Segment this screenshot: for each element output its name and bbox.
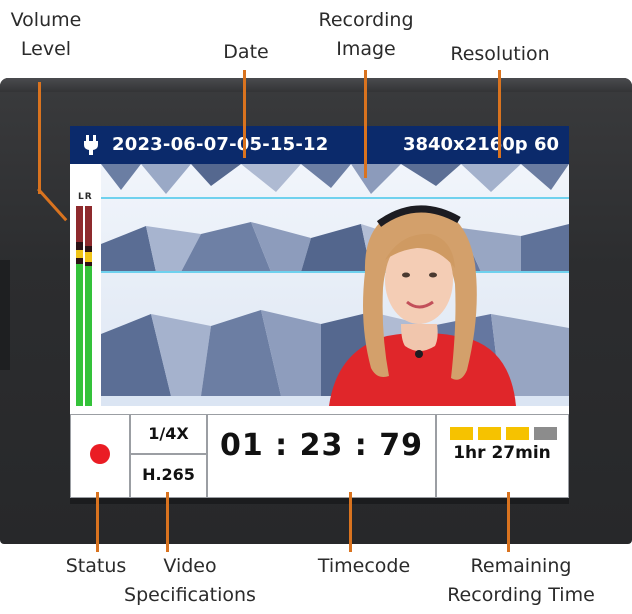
status-bar: 1/4X H.265 01 : 23 : 79 1hr 27min bbox=[70, 406, 569, 498]
recorder-screen: 2023-06-07-05-15-12 3840x2160p 60 LR 1/4… bbox=[70, 126, 569, 498]
device-top-rim bbox=[0, 78, 632, 92]
meter-channel-left bbox=[76, 206, 83, 406]
callout-status: Status bbox=[65, 555, 127, 577]
leader-line-image bbox=[364, 70, 367, 178]
timecode-readout: 01 : 23 : 79 bbox=[219, 428, 423, 463]
callout-recording-image: Recording Image bbox=[318, 9, 414, 60]
callout-date: Date bbox=[223, 41, 269, 63]
date-readout: 2023-06-07-05-15-12 bbox=[112, 134, 329, 155]
volume-meter: LR bbox=[70, 164, 101, 406]
leader-line-remaining bbox=[507, 492, 510, 552]
leader-line-status bbox=[96, 492, 99, 552]
plug-icon bbox=[84, 135, 98, 155]
remaining-time-cell: 1hr 27min bbox=[436, 414, 569, 498]
meter-channel-right bbox=[85, 206, 92, 406]
resolution-readout: 3840x2160p 60 bbox=[402, 134, 559, 155]
storage-block bbox=[478, 427, 501, 440]
meter-channel-label: LR bbox=[78, 192, 93, 202]
timecode-cell: 01 : 23 : 79 bbox=[207, 414, 436, 498]
speed-readout: 1/4X bbox=[148, 424, 189, 443]
recording-image bbox=[101, 164, 569, 406]
leader-line-date bbox=[243, 70, 246, 158]
header-bar: 2023-06-07-05-15-12 3840x2160p 60 bbox=[70, 126, 569, 164]
codec-readout: H.265 bbox=[142, 465, 195, 484]
leader-line-resolution bbox=[498, 70, 501, 158]
speed-cell: 1/4X bbox=[130, 414, 207, 454]
storage-block bbox=[450, 427, 473, 440]
remaining-time-readout: 1hr 27min bbox=[453, 443, 551, 463]
storage-block bbox=[534, 427, 557, 440]
callout-remaining-recording-time: Remaining Recording Time bbox=[447, 555, 595, 606]
storage-block bbox=[506, 427, 529, 440]
device-side-notch bbox=[0, 260, 10, 370]
record-status-indicator bbox=[90, 444, 110, 464]
leader-line-timecode bbox=[349, 492, 352, 552]
callout-video-specifications: Video Specifications bbox=[124, 555, 256, 606]
screen-bezel-bottom bbox=[70, 498, 569, 504]
callout-timecode: Timecode bbox=[317, 555, 411, 577]
callout-volume-level: Volume Level bbox=[10, 9, 82, 60]
leader-line-specs bbox=[166, 492, 169, 552]
callout-resolution: Resolution bbox=[450, 43, 550, 65]
status-cell bbox=[70, 414, 130, 498]
leader-line-volume bbox=[38, 82, 41, 194]
